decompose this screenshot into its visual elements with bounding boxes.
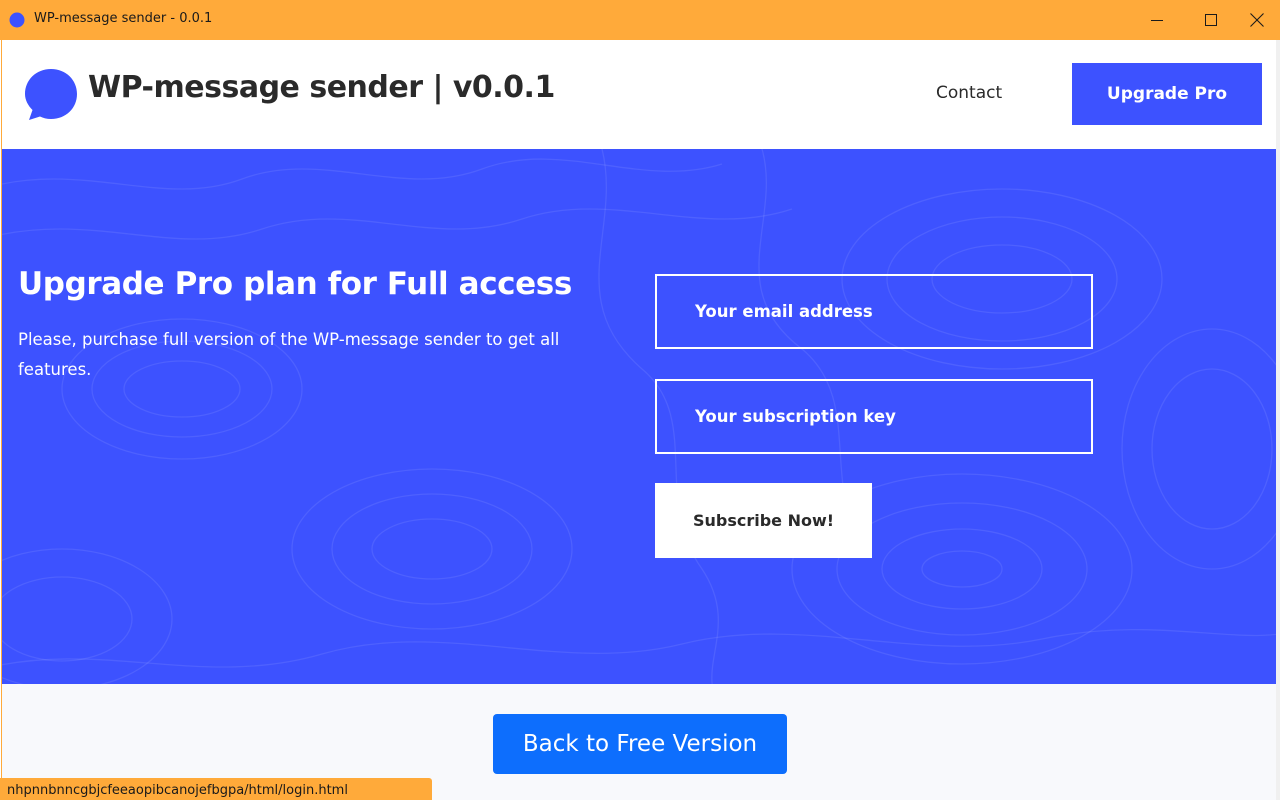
brand-title: WP-message sender | v0.0.1 <box>88 70 555 105</box>
app-chat-icon <box>9 12 25 28</box>
upgrade-pro-button[interactable]: Upgrade Pro <box>1072 63 1262 125</box>
minimize-icon <box>1151 20 1163 21</box>
close-button[interactable] <box>1234 0 1280 40</box>
window-title: WP-message sender - 0.0.1 <box>34 11 213 26</box>
subscription-key-field[interactable] <box>655 379 1093 454</box>
maximize-button[interactable] <box>1188 0 1234 40</box>
maximize-icon <box>1205 14 1217 26</box>
site-header: WP-message sender | v0.0.1 Contact Upgra… <box>2 40 1276 149</box>
window-titlebar: WP-message sender - 0.0.1 <box>0 0 1280 40</box>
hero-title: Upgrade Pro plan for Full access <box>18 266 572 302</box>
chat-bubble-icon <box>25 69 77 120</box>
subscribe-button[interactable]: Subscribe Now! <box>655 483 872 558</box>
app-content: WP-message sender | v0.0.1 Contact Upgra… <box>1 40 1276 800</box>
email-field[interactable] <box>655 274 1093 349</box>
hero-description: Please, purchase full version of the WP-… <box>18 330 560 379</box>
close-icon <box>1250 13 1264 27</box>
minimize-button[interactable] <box>1134 0 1180 40</box>
upgrade-hero: Upgrade Pro plan for Full access Please,… <box>2 149 1276 684</box>
back-to-free-button[interactable]: Back to Free Version <box>493 714 787 774</box>
nav-contact-link[interactable]: Contact <box>936 83 1002 103</box>
scrollbar[interactable] <box>1276 40 1280 800</box>
status-url: nhpnnbnncgbjcfeeaopibcanojefbgpa/html/lo… <box>0 778 432 800</box>
